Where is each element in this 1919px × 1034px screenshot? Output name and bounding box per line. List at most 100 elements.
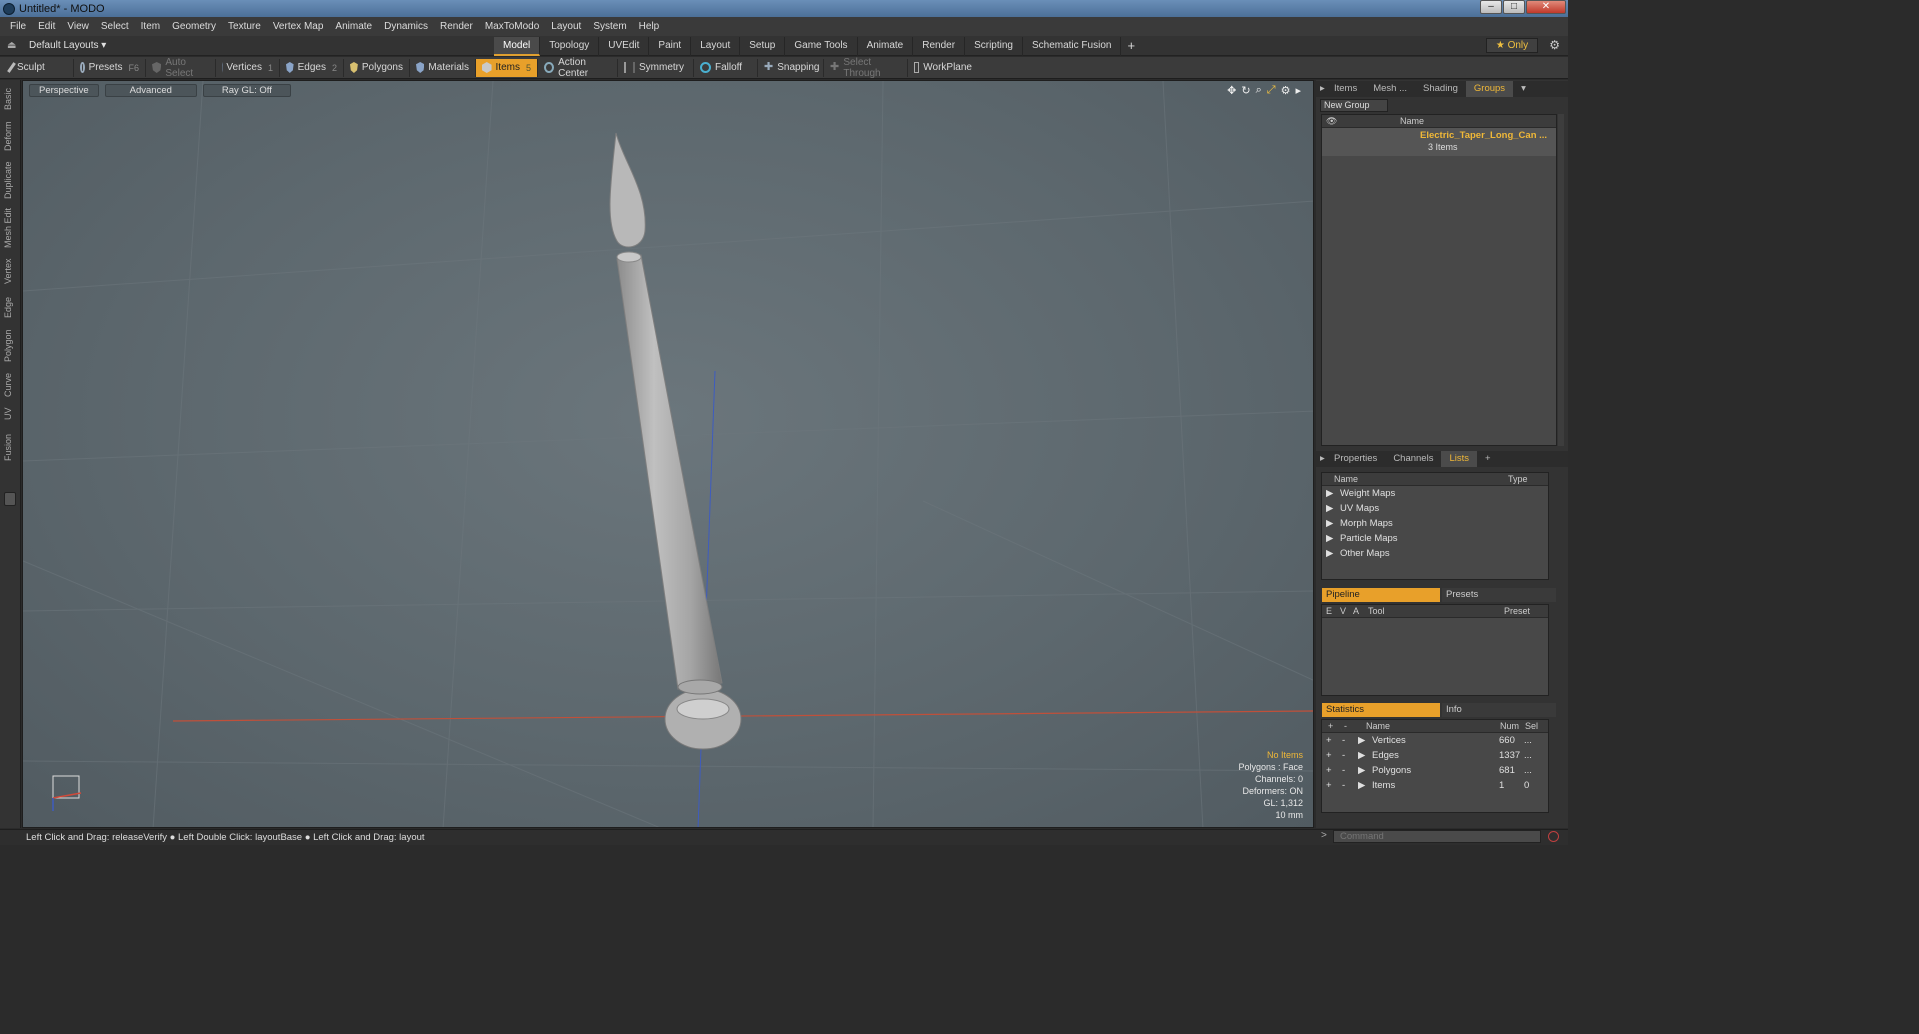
remove-all-icon[interactable]: - bbox=[1344, 720, 1347, 733]
polygons-button[interactable]: Polygons bbox=[344, 58, 410, 77]
viewport-menu-arrow-icon[interactable]: ▸ bbox=[1295, 84, 1301, 97]
tab-groups[interactable]: Groups bbox=[1465, 81, 1514, 97]
tab-items[interactable]: Items bbox=[1326, 81, 1365, 97]
remove-icon[interactable]: - bbox=[1342, 733, 1345, 748]
tab-channels[interactable]: Channels bbox=[1385, 451, 1441, 467]
tab-model[interactable]: Model bbox=[494, 37, 541, 56]
shading-mode-dropdown[interactable]: Advanced bbox=[104, 84, 197, 97]
gear-icon[interactable]: ⚙ bbox=[1549, 38, 1560, 52]
menu-select[interactable]: Select bbox=[95, 21, 135, 32]
new-group-button[interactable]: New Group bbox=[1320, 99, 1388, 112]
vtab-edge[interactable]: Edge bbox=[3, 292, 17, 322]
vtab-mesh-edit[interactable]: Mesh Edit bbox=[3, 206, 17, 250]
add-icon[interactable]: + bbox=[1326, 778, 1332, 793]
panel-arrow-icon[interactable]: ▸ bbox=[1316, 81, 1326, 97]
tab-statistics[interactable]: Statistics bbox=[1322, 703, 1440, 717]
tab-game-tools[interactable]: Game Tools bbox=[785, 37, 858, 56]
expand-icon[interactable]: ▶ bbox=[1326, 546, 1333, 561]
menu-render[interactable]: Render bbox=[434, 21, 479, 32]
tab-topology[interactable]: Topology bbox=[540, 37, 600, 56]
add-tab-icon[interactable]: + bbox=[1121, 37, 1141, 56]
minimize-icon[interactable]: – bbox=[1480, 0, 1502, 14]
tab-properties[interactable]: Properties bbox=[1326, 451, 1385, 467]
tab-animate[interactable]: Animate bbox=[858, 37, 914, 56]
add-icon[interactable]: + bbox=[1326, 748, 1332, 763]
tool-tab-toggle[interactable] bbox=[4, 492, 16, 506]
snapping-button[interactable]: ✚ Snapping bbox=[758, 58, 824, 77]
only-button[interactable]: ★ Only bbox=[1486, 38, 1538, 53]
menu-layout[interactable]: Layout bbox=[545, 21, 587, 32]
remove-icon[interactable]: - bbox=[1342, 778, 1345, 793]
menu-animate[interactable]: Animate bbox=[329, 21, 378, 32]
add-panel-tab-icon[interactable]: + bbox=[1477, 451, 1499, 467]
tab-shading[interactable]: Shading bbox=[1415, 81, 1466, 97]
vtab-fusion[interactable]: Fusion bbox=[3, 430, 17, 464]
menu-system[interactable]: System bbox=[587, 21, 632, 32]
materials-button[interactable]: Materials bbox=[410, 58, 476, 77]
auto-select-button[interactable]: Auto Select bbox=[146, 57, 216, 79]
vtab-curve[interactable]: Curve bbox=[3, 370, 17, 400]
expand-icon[interactable]: ▶ bbox=[1358, 763, 1365, 778]
add-all-icon[interactable]: + bbox=[1328, 720, 1333, 733]
sculpt-button[interactable]: Sculpt bbox=[4, 58, 74, 77]
expand-icon[interactable]: ▶ bbox=[1326, 516, 1333, 531]
menu-help[interactable]: Help bbox=[633, 21, 666, 32]
vtab-vertex[interactable]: Vertex bbox=[3, 254, 17, 288]
stat-row-items[interactable]: + - ▶ Items 1 0 bbox=[1322, 778, 1548, 793]
vertices-button[interactable]: Vertices 1 bbox=[216, 58, 280, 77]
pan-icon[interactable]: ✥ bbox=[1227, 84, 1236, 97]
menu-file[interactable]: File bbox=[4, 21, 32, 32]
falloff-button[interactable]: Falloff bbox=[694, 58, 758, 77]
list-item-weight-maps[interactable]: ▶ Weight Maps bbox=[1322, 486, 1548, 501]
menu-view[interactable]: View bbox=[61, 21, 95, 32]
menu-item[interactable]: Item bbox=[135, 21, 166, 32]
expand-icon[interactable]: ▶ bbox=[1326, 501, 1333, 516]
maximize-icon[interactable]: □ bbox=[1503, 0, 1525, 14]
vtab-uv[interactable]: UV bbox=[3, 404, 17, 424]
vtab-basic[interactable]: Basic bbox=[3, 84, 17, 114]
maximize-viewport-icon[interactable]: ⤢ bbox=[1267, 84, 1276, 97]
menu-vertex-map[interactable]: Vertex Map bbox=[267, 21, 330, 32]
tab-scripting[interactable]: Scripting bbox=[965, 37, 1023, 56]
stat-row-edges[interactable]: + - ▶ Edges 1337 ... bbox=[1322, 748, 1548, 763]
view-mode-dropdown[interactable]: Perspective bbox=[29, 84, 99, 97]
expand-icon[interactable]: ▶ bbox=[1358, 778, 1365, 793]
3d-viewport[interactable]: Perspective Advanced Ray GL: Off ✥ ↻ ⌕ ⤢… bbox=[22, 80, 1314, 828]
add-icon[interactable]: + bbox=[1326, 733, 1332, 748]
tab-layout[interactable]: Layout bbox=[691, 37, 741, 56]
tab-presets[interactable]: Presets bbox=[1442, 588, 1556, 602]
lists-arrow-icon[interactable]: ▸ bbox=[1316, 451, 1326, 467]
tab-schematic-fusion[interactable]: Schematic Fusion bbox=[1023, 37, 1122, 56]
remove-icon[interactable]: - bbox=[1342, 763, 1345, 778]
zoom-icon[interactable]: ⌕ bbox=[1256, 84, 1262, 97]
expand-icon[interactable]: ▶ bbox=[1326, 486, 1333, 501]
add-icon[interactable]: + bbox=[1326, 763, 1332, 778]
tab-setup[interactable]: Setup bbox=[740, 37, 786, 56]
command-stop-icon[interactable] bbox=[1548, 831, 1559, 842]
groups-scrollbar[interactable] bbox=[1558, 114, 1564, 446]
expand-icon[interactable]: ▶ bbox=[1358, 748, 1365, 763]
menu-dynamics[interactable]: Dynamics bbox=[378, 21, 434, 32]
select-through-button[interactable]: ✚ Select Through bbox=[824, 57, 908, 79]
tab-info[interactable]: Info bbox=[1442, 703, 1556, 717]
vtab-duplicate[interactable]: Duplicate bbox=[3, 158, 17, 202]
stat-row-polygons[interactable]: + - ▶ Polygons 681 ... bbox=[1322, 763, 1548, 778]
edges-button[interactable]: Edges 2 bbox=[280, 58, 344, 77]
remove-icon[interactable]: - bbox=[1342, 748, 1345, 763]
tab-mesh[interactable]: Mesh ... bbox=[1365, 81, 1415, 97]
command-arrow-icon[interactable]: > bbox=[1321, 830, 1327, 841]
tab-paint[interactable]: Paint bbox=[649, 37, 692, 56]
expand-icon[interactable]: ▶ bbox=[1326, 531, 1333, 546]
action-center-button[interactable]: Action Center bbox=[538, 57, 618, 79]
vtab-deform[interactable]: Deform bbox=[3, 118, 17, 154]
stat-row-vertices[interactable]: + - ▶ Vertices 660 ... bbox=[1322, 733, 1548, 748]
list-item-morph-maps[interactable]: ▶ Morph Maps bbox=[1322, 516, 1548, 531]
items-button[interactable]: Items 5 bbox=[476, 58, 538, 77]
tabs-dropdown-icon[interactable]: ▾ bbox=[1513, 81, 1534, 97]
menu-maxtomodo[interactable]: MaxToModo bbox=[479, 21, 545, 32]
layout-selector[interactable]: Default Layouts ▾ bbox=[29, 40, 106, 51]
tab-lists[interactable]: Lists bbox=[1441, 451, 1477, 467]
viewport-gear-icon[interactable]: ⚙ bbox=[1281, 84, 1291, 97]
group-row[interactable]: Electric_Taper_Long_Can ... 3 Items bbox=[1322, 128, 1556, 156]
rotate-icon[interactable]: ↻ bbox=[1241, 84, 1250, 97]
